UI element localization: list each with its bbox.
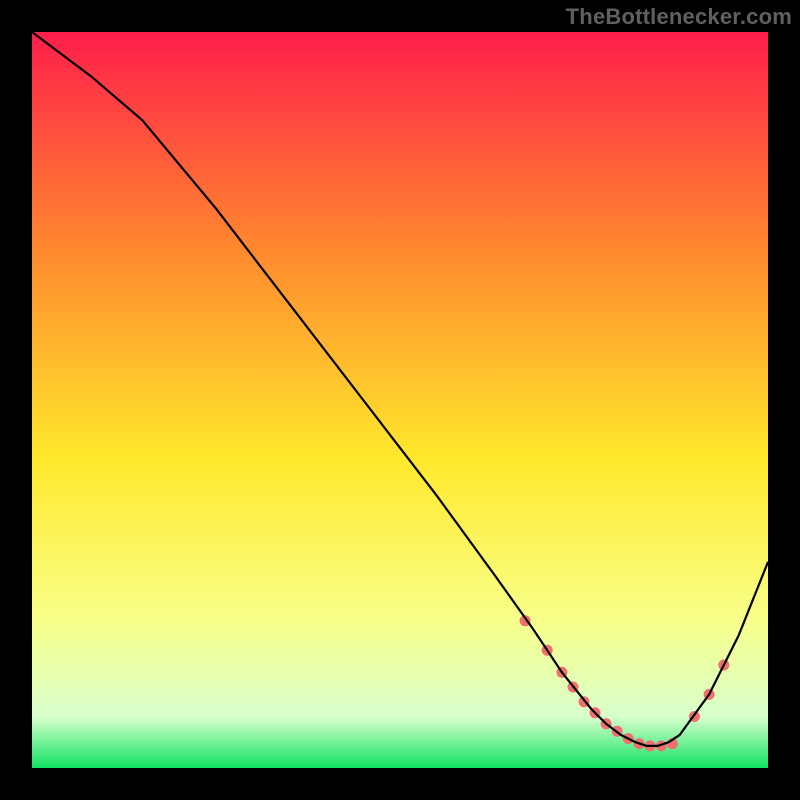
chart-svg <box>32 32 768 768</box>
chart-plot-area <box>32 32 768 768</box>
chart-frame: TheBottlenecker.com <box>0 0 800 800</box>
gradient-background <box>32 32 768 768</box>
credit-label: TheBottlenecker.com <box>566 4 792 30</box>
